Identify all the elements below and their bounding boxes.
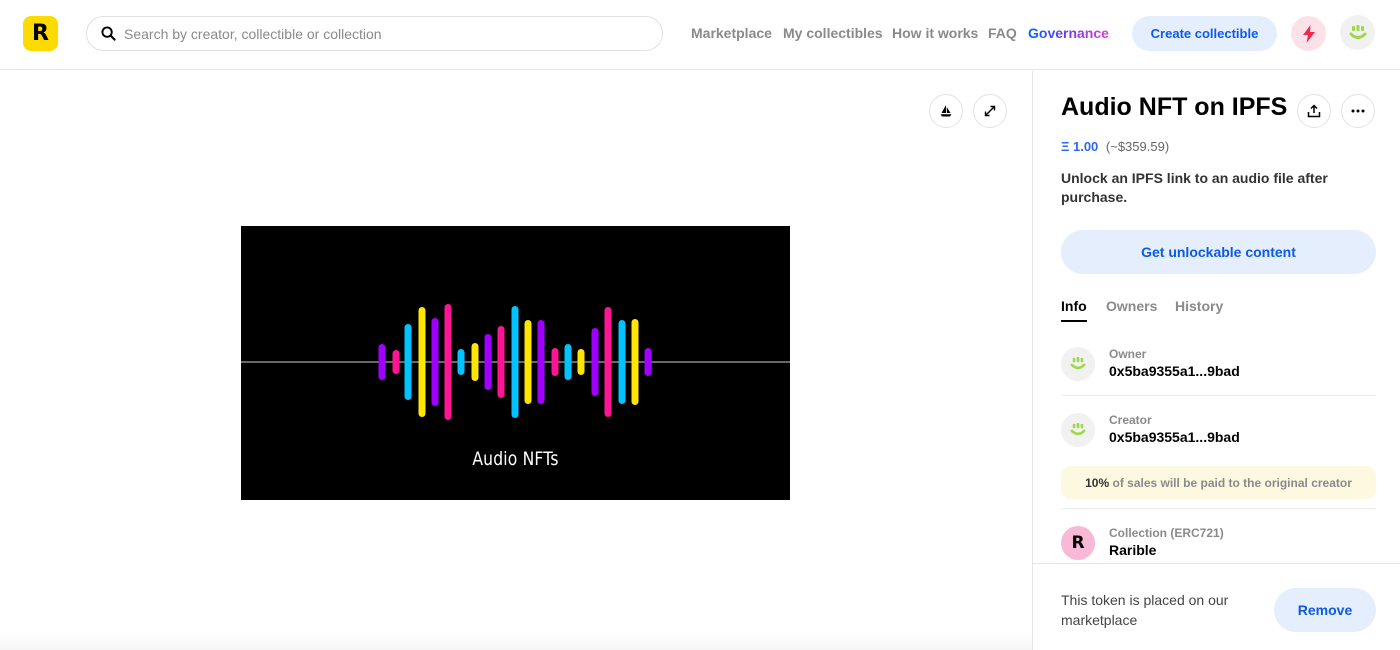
listing-footer: This token is placed on our marketplace …	[1033, 563, 1400, 650]
waveform-bar	[604, 307, 612, 417]
top-header: R Marketplace My collectibles How it wor…	[0, 0, 1400, 70]
remove-button[interactable]: Remove	[1274, 588, 1376, 632]
artwork-caption: Audio NFTs	[472, 448, 559, 470]
waveform-bar	[392, 350, 400, 374]
item-title: Audio NFT on IPFS	[1061, 93, 1288, 121]
item-details-panel: Audio NFT on IPFS Ξ 1.00 (~$359.59) Unlo…	[1032, 71, 1400, 650]
divider	[1061, 508, 1376, 509]
waveform-bar	[644, 348, 652, 376]
search-icon	[101, 26, 116, 41]
create-collectible-button[interactable]: Create collectible	[1132, 16, 1277, 51]
share-button[interactable]	[1297, 94, 1331, 128]
divider	[1061, 395, 1376, 396]
logo-letter: R	[32, 20, 49, 46]
owner-address[interactable]: 0x5ba9355a1...9bad	[1109, 363, 1240, 379]
artwork-image: Audio NFTs	[241, 226, 790, 500]
expand-button[interactable]	[973, 94, 1007, 128]
waveform-bar	[564, 344, 572, 380]
notifications-button[interactable]	[1291, 16, 1326, 51]
royalty-percent: 10%	[1085, 475, 1110, 490]
waveform-bar	[551, 348, 559, 376]
waveform-bar	[511, 306, 519, 418]
waveform-bar	[404, 324, 412, 400]
waveform-bar	[471, 343, 479, 381]
creator-avatar	[1061, 413, 1095, 447]
get-unlockable-content-button[interactable]: Get unlockable content	[1061, 230, 1376, 274]
share-icon	[1307, 104, 1321, 118]
collection-name[interactable]: Rarible	[1109, 542, 1156, 558]
tab-history[interactable]: History	[1175, 298, 1223, 320]
search-bar[interactable]	[86, 16, 663, 51]
media-bottom-shadow	[0, 632, 1032, 650]
expand-icon	[984, 105, 996, 117]
tab-info[interactable]: Info	[1061, 298, 1087, 322]
search-input[interactable]	[124, 25, 644, 42]
price-usd: (~$359.59)	[1105, 139, 1170, 154]
tab-owners[interactable]: Owners	[1106, 298, 1157, 320]
price-eth: Ξ 1.00	[1061, 139, 1099, 154]
waveform-bar	[591, 328, 599, 396]
more-icon	[1351, 109, 1365, 113]
user-avatar[interactable]	[1340, 15, 1375, 50]
media-viewer: Audio NFTs	[0, 71, 1032, 650]
waveform-bar	[457, 349, 465, 375]
waveform-bar	[431, 318, 439, 406]
collection-avatar: R	[1061, 526, 1095, 560]
waveform-bar	[631, 319, 639, 405]
royalty-notice: 10% of sales will be paid to the origina…	[1061, 466, 1376, 499]
owner-label: Owner	[1109, 347, 1147, 361]
waveform-bar	[537, 320, 545, 404]
nav-how-it-works[interactable]: How it works	[892, 25, 978, 43]
user-avatar-icon	[1349, 24, 1366, 39]
more-options-button[interactable]	[1341, 94, 1375, 128]
owner-avatar	[1061, 347, 1095, 381]
listing-status-text: This token is placed on our marketplace	[1061, 592, 1229, 628]
waveform-bar	[378, 344, 386, 380]
collection-logo-letter: R	[1071, 533, 1085, 553]
lightning-icon	[1302, 24, 1315, 43]
royalty-text: of sales will be paid to the original cr…	[1109, 475, 1352, 490]
creator-address[interactable]: 0x5ba9355a1...9bad	[1109, 429, 1240, 445]
waveform-bar	[577, 349, 585, 375]
nav-marketplace[interactable]: Marketplace	[691, 25, 772, 43]
price: Ξ 1.00 (~$359.59)	[1061, 139, 1169, 154]
waveform-bar	[618, 320, 626, 404]
nav-faq[interactable]: FAQ	[988, 25, 1017, 43]
owner-avatar-icon	[1070, 357, 1086, 370]
waveform-bar	[524, 320, 532, 404]
rarible-logo[interactable]: R	[23, 16, 58, 51]
sail-button[interactable]	[929, 94, 963, 128]
waveform-bar	[444, 304, 452, 420]
nav-my-collectibles[interactable]: My collectibles	[783, 25, 883, 43]
waveform-bar	[484, 334, 492, 390]
item-description: Unlock an IPFS link to an audio file aft…	[1061, 170, 1328, 205]
collection-label: Collection (ERC721)	[1109, 526, 1224, 540]
creator-label: Creator	[1109, 413, 1152, 427]
sailboat-icon	[940, 105, 952, 117]
waveform-bar	[497, 326, 505, 398]
creator-avatar-icon	[1070, 423, 1086, 436]
waveform-bar	[418, 307, 426, 417]
nav-governance[interactable]: Governance	[1028, 25, 1109, 43]
